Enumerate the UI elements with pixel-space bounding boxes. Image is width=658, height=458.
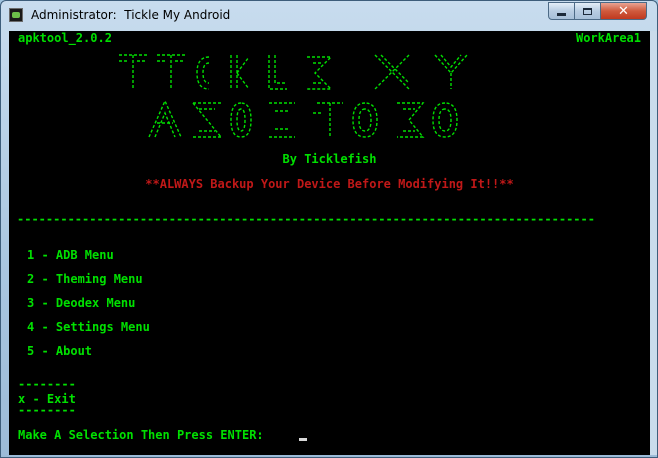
input-cursor[interactable] [299,438,307,441]
console-window: Administrator: Tickle My Android ✕ apkto… [0,0,658,458]
minimize-icon [557,12,566,16]
selection-prompt: Make A Selection Then Press ENTER: [18,428,271,442]
maximize-button[interactable] [575,2,601,20]
maximize-icon [583,7,592,15]
menu-item-about: 5 - About [27,344,93,358]
window-title: Administrator: Tickle My Android [31,8,231,22]
menu-item-deodex: 3 - Deodex Menu [27,296,136,310]
console-app-icon[interactable] [9,8,23,22]
separator-line: ----------------------------------------… [17,212,595,226]
minimize-button[interactable] [548,2,575,20]
exit-rule-top: -------- [18,377,76,391]
author-byline: By Ticklefish [282,152,377,166]
work-area-label: WorkArea1 [575,31,641,45]
close-button[interactable]: ✕ [601,2,647,20]
backup-warning: **ALWAYS Backup Your Device Before Modif… [145,177,514,191]
menu-item-settings: 4 - Settings Menu [27,320,150,334]
console-scrollbar[interactable] [650,31,657,455]
exit-rule-bottom: -------- [18,403,76,417]
title-bar[interactable]: Administrator: Tickle My Android ✕ [1,1,657,31]
ascii-art-logo [119,54,468,138]
menu-item-theming: 2 - Theming Menu [27,272,143,286]
menu-item-adb: 1 - ADB Menu [27,248,114,262]
apktool-version: apktool_2.0.2 [18,31,112,45]
console-output[interactable]: apktool_2.0.2 WorkArea1 By Ticklefish **… [9,31,650,455]
close-icon: ✕ [618,3,629,19]
